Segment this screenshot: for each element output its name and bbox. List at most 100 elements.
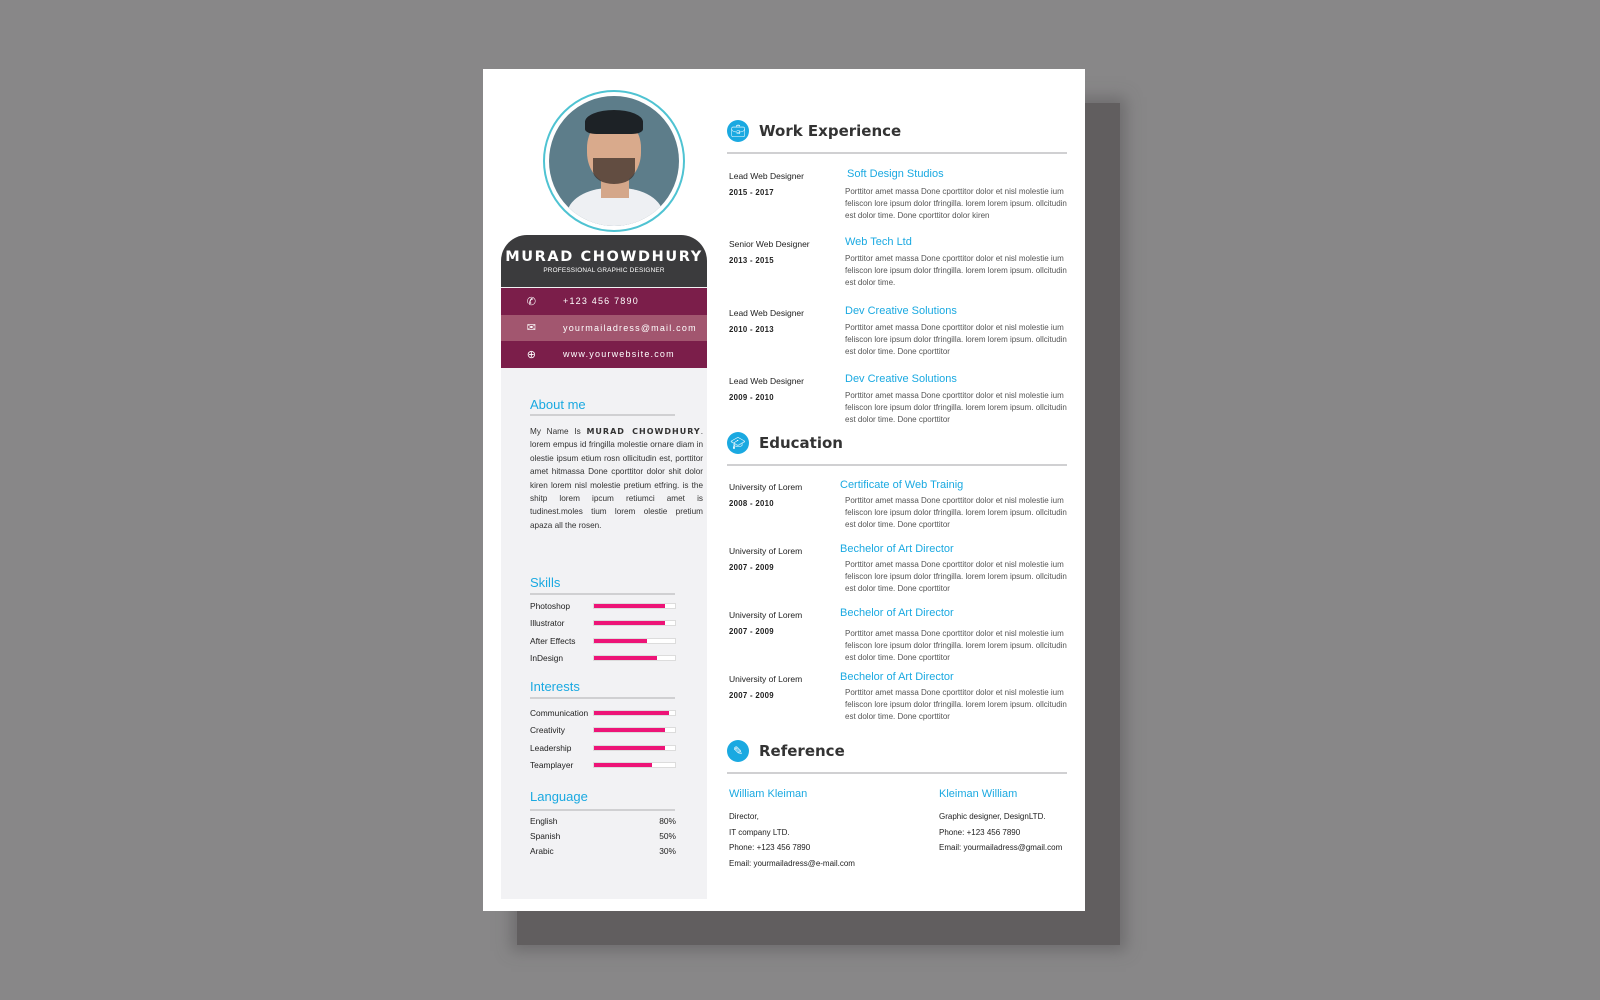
reference-header: ✎ Reference [727, 740, 845, 762]
reference-heading: Reference [759, 742, 845, 760]
education-description: Porttitor amet massa Done cporttitor dol… [845, 496, 1067, 529]
reference-detail: Phone: +123 456 7890 [729, 843, 811, 853]
work-company: Dev Creative Solutions [845, 373, 957, 385]
education-years: 2007 - 2009 [729, 691, 774, 700]
work-company: Dev Creative Solutions [845, 305, 957, 317]
work-company: Soft Design Studios [847, 168, 944, 180]
interests-row: Creativity [530, 723, 676, 737]
language-label: Spanish [530, 831, 561, 841]
phone-icon: ✆ [526, 295, 538, 308]
skills-bar [593, 620, 676, 627]
skills-row: Photoshop [530, 599, 676, 613]
work-role: Lead Web Designer [729, 376, 804, 386]
skills-bar [593, 637, 676, 644]
about-heading: About me [530, 397, 586, 412]
graduation-cap-icon: 🎓︎ [727, 432, 749, 454]
contact-email-text: yourmailadress@mail.com [563, 322, 697, 333]
reference-detail: Email: yourmailadress@gmail.com [939, 843, 1063, 853]
language-row: English 80% [530, 816, 676, 826]
interests-bar [593, 761, 676, 768]
envelope-icon: ✉ [526, 322, 538, 335]
reference-divider [727, 772, 1067, 774]
interests-divider [530, 697, 675, 699]
skills-row: Illustrator [530, 616, 676, 630]
interests-label: Teamplayer [530, 759, 574, 770]
contact-phone[interactable]: ✆ +123 456 7890 [501, 288, 707, 315]
work-description: Porttitor amet massa Done cporttitor dol… [845, 254, 1067, 287]
work-years: 2015 - 2017 [729, 188, 774, 197]
skills-label: After Effects [530, 635, 576, 646]
education-description: Porttitor amet massa Done cporttitor dol… [845, 560, 1067, 593]
education-description: Porttitor amet massa Done cporttitor dol… [845, 688, 1067, 721]
education-years: 2007 - 2009 [729, 563, 774, 572]
interests-bar-fill [594, 762, 652, 767]
education-years: 2008 - 2010 [729, 499, 774, 508]
skills-row: InDesign [530, 651, 676, 665]
work-description: Porttitor amet massa Done cporttitor dol… [845, 323, 1067, 356]
reference-detail: Email: yourmailadress@e-mail.com [729, 859, 855, 869]
skills-label: Illustrator [530, 618, 565, 629]
skills-label: Photoshop [530, 601, 571, 611]
reference-detail: IT company LTD. [729, 827, 790, 837]
work-years: 2010 - 2013 [729, 325, 774, 334]
contact-email[interactable]: ✉ yourmailadress@mail.com [501, 314, 707, 341]
reference-detail: Director, [729, 811, 759, 821]
reference-card: Kleiman William Graphic designer, DesignL… [939, 787, 1062, 856]
interests-label: Creativity [530, 725, 565, 736]
skills-bar [593, 654, 676, 661]
language-value: 80% [659, 816, 676, 826]
globe-icon: ⊕ [526, 348, 538, 361]
interests-row: Teamplayer [530, 758, 676, 772]
work-role: Lead Web Designer [729, 308, 804, 318]
reference-card: William Kleiman Director, IT company LTD. P… [729, 787, 855, 872]
interests-row: Leadership [530, 741, 676, 755]
briefcase-icon: 💼︎ [727, 120, 749, 142]
language-value: 50% [659, 831, 676, 841]
language-label: Arabic [530, 846, 554, 856]
work-header: 💼︎ Work Experience [727, 120, 901, 142]
interests-bar [593, 727, 676, 734]
skills-bar-fill [594, 621, 666, 626]
about-divider [530, 414, 675, 416]
resume-page: MURAD CHOWDHURY PROFESSIONAL GRAPHIC DES… [483, 69, 1085, 911]
profile-name: MURAD CHOWDHURY [505, 249, 703, 265]
reference-detail: Phone: +123 456 7890 [939, 827, 1021, 837]
interests-bar [593, 710, 676, 716]
education-degree: Bechelor of Art Director [840, 671, 954, 683]
interests-bar-fill [594, 711, 669, 715]
about-name-emphasis: MURAD CHOWDHURY [586, 427, 701, 436]
interests-bar [593, 744, 676, 751]
education-header: 🎓︎ Education [727, 432, 843, 454]
education-divider [727, 464, 1067, 466]
sidebar: MURAD CHOWDHURY PROFESSIONAL GRAPHIC DES… [501, 69, 707, 899]
skills-divider [530, 593, 675, 595]
contact-website-text: www.yourwebsite.com [563, 349, 675, 360]
education-description: Porttitor amet massa Done cporttitor dol… [845, 629, 1067, 662]
work-divider [727, 152, 1067, 154]
reference-detail: Graphic designer, DesignLTD. [939, 811, 1046, 821]
contact-phone-text: +123 456 7890 [563, 296, 639, 307]
skills-bar-fill [594, 655, 658, 660]
work-role: Lead Web Designer [729, 171, 804, 181]
work-company: Web Tech Ltd [845, 236, 912, 248]
education-degree: Bechelor of Art Director [840, 607, 954, 619]
skills-bar-fill [594, 604, 666, 608]
interests-heading: Interests [530, 679, 580, 694]
contact-website[interactable]: ⊕ www.yourwebsite.com [501, 341, 707, 368]
interests-label: Leadership [530, 742, 572, 753]
skills-bar-fill [594, 638, 647, 643]
interests-bar-fill [594, 745, 666, 750]
language-row: Arabic 30% [530, 846, 676, 856]
reference-name: William Kleiman [729, 788, 808, 800]
language-value: 30% [659, 846, 676, 856]
profile-photo [549, 96, 679, 226]
about-text: My Name Is MURAD CHOWDHURY. lorem empus … [530, 427, 703, 530]
work-role: Senior Web Designer [729, 239, 810, 249]
interests-bar-fill [594, 728, 666, 733]
document-edit-icon: ✎ [727, 740, 749, 762]
education-school: University of Lorem [729, 546, 803, 556]
skills-row: After Effects [530, 634, 676, 648]
skills-bar [593, 603, 676, 609]
reference-name: Kleiman William [939, 788, 1018, 800]
education-years: 2007 - 2009 [729, 627, 774, 636]
